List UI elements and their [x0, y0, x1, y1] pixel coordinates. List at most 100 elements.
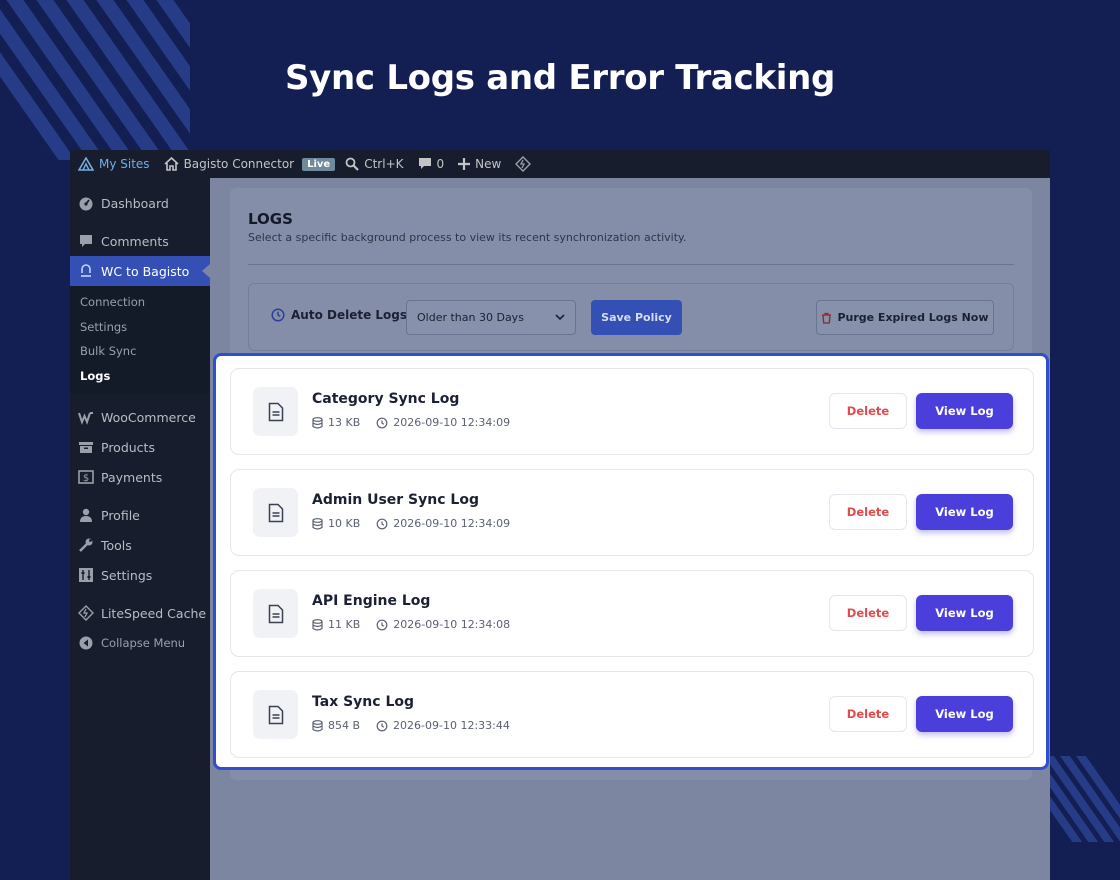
- page-subtitle: Select a specific background process to …: [248, 231, 687, 244]
- sidebar-item-woocommerce[interactable]: WooCommerce: [70, 402, 210, 432]
- sidebar-item-label: Profile: [101, 507, 140, 523]
- log-size-text: 11 KB: [328, 618, 361, 631]
- log-meta: 11 KB 2026-09-10 12:34:08: [312, 618, 510, 631]
- log-timestamp: 2026-09-10 12:34:09: [376, 416, 510, 429]
- submenu-item-settings[interactable]: Settings: [70, 315, 210, 340]
- auto-delete-select[interactable]: Older than 30 Days: [406, 300, 576, 335]
- log-meta: 10 KB 2026-09-10 12:34:09: [312, 517, 510, 530]
- purge-label: Purge Expired Logs Now: [837, 311, 989, 324]
- plugin-icon: [81, 264, 91, 277]
- sidebar-item-tools[interactable]: Tools: [70, 530, 210, 560]
- submenu-item-bulk-sync[interactable]: Bulk Sync: [70, 339, 210, 364]
- sidebar-item-label: WooCommerce: [101, 409, 196, 425]
- wrench-icon: [79, 538, 93, 552]
- comments-count: 0: [436, 157, 445, 171]
- collapse-menu-label: Collapse Menu: [101, 636, 186, 650]
- divider: [248, 264, 1014, 265]
- comment-icon: [80, 235, 92, 247]
- woocommerce-icon: [78, 412, 93, 425]
- chevron-down-icon: [555, 314, 565, 321]
- decorative-stripes-bottom-right: [1048, 756, 1120, 842]
- auto-delete-label: Auto Delete Logs:: [271, 308, 412, 322]
- svg-text:$: $: [83, 473, 89, 484]
- sites-icon: [78, 157, 94, 171]
- delete-log-button[interactable]: Delete: [829, 595, 907, 631]
- view-log-button[interactable]: View Log: [916, 393, 1013, 429]
- log-timestamp: 2026-09-10 12:34:09: [376, 517, 510, 530]
- sidebar-item-payments[interactable]: $ Payments: [70, 462, 210, 492]
- view-log-button[interactable]: View Log: [916, 696, 1013, 732]
- collapse-menu-button[interactable]: Collapse Menu: [70, 628, 210, 658]
- log-time-text: 2026-09-10 12:34:09: [393, 416, 511, 429]
- auto-delete-policy-box: Auto Delete Logs: Older than 30 Days Sav…: [248, 283, 1014, 351]
- trash-icon: [822, 312, 832, 324]
- sidebar-item-wc-to-bagisto[interactable]: WC to Bagisto: [70, 256, 210, 286]
- view-log-button[interactable]: View Log: [916, 595, 1013, 631]
- auto-delete-select-value: Older than 30 Days: [417, 311, 524, 324]
- comments-link[interactable]: 0: [418, 157, 445, 171]
- submenu-item-connection[interactable]: Connection: [70, 290, 210, 315]
- admin-sidebar: Dashboard Comments WC to Bagisto Connect…: [70, 178, 210, 880]
- log-time-text: 2026-09-10 12:33:44: [393, 719, 510, 732]
- payments-icon: $: [78, 470, 94, 484]
- purge-expired-logs-button[interactable]: Purge Expired Logs Now: [816, 300, 994, 335]
- clock-icon: [376, 518, 388, 529]
- home-icon: [164, 157, 179, 171]
- file-icon: [268, 402, 283, 421]
- litespeed-adminbar-link[interactable]: [515, 156, 536, 172]
- delete-log-button[interactable]: Delete: [829, 393, 907, 429]
- log-time-text: 2026-09-10 12:34:09: [393, 517, 511, 530]
- sidebar-item-dashboard[interactable]: Dashboard: [70, 188, 210, 218]
- site-home-link[interactable]: Bagisto Connector: [164, 157, 294, 171]
- sidebar-item-settings[interactable]: Settings: [70, 560, 210, 590]
- wc-to-bagisto-submenu: Connection Settings Bulk Sync Logs: [70, 286, 210, 394]
- search-icon: [345, 157, 359, 171]
- delete-log-button[interactable]: Delete: [829, 696, 907, 732]
- log-size: 854 B: [312, 719, 360, 732]
- database-icon: [312, 416, 323, 429]
- settings-icon: [79, 568, 93, 582]
- log-card-admin-user-sync: Admin User Sync Log 10 KB 2026-09-10 12:…: [230, 469, 1034, 556]
- sidebar-item-label: Comments: [101, 233, 169, 249]
- log-timestamp: 2026-09-10 12:33:44: [376, 719, 510, 732]
- submenu-item-logs[interactable]: Logs: [70, 364, 210, 389]
- sidebar-item-profile[interactable]: Profile: [70, 500, 210, 530]
- sidebar-item-products[interactable]: Products: [70, 432, 210, 462]
- plus-icon: [458, 158, 471, 170]
- clock-icon: [376, 619, 388, 630]
- log-size: 13 KB: [312, 416, 360, 429]
- database-icon: [312, 517, 323, 530]
- log-card-category-sync: Category Sync Log 13 KB 2026-09-10 12:34…: [230, 368, 1034, 455]
- comment-icon: [418, 158, 431, 169]
- page-title: LOGS: [248, 210, 293, 228]
- command-search[interactable]: Ctrl+K: [345, 157, 404, 171]
- new-content-link[interactable]: New: [458, 157, 501, 171]
- my-sites-label: My Sites: [99, 157, 150, 171]
- sidebar-item-label: Products: [101, 439, 155, 455]
- log-meta: 13 KB 2026-09-10 12:34:09: [312, 416, 510, 429]
- sidebar-item-litespeed-cache[interactable]: LiteSpeed Cache: [70, 598, 210, 628]
- log-size-text: 10 KB: [328, 517, 361, 530]
- log-card-api-engine: API Engine Log 11 KB 2026-09-10 12:34:08…: [230, 570, 1034, 657]
- delete-log-button[interactable]: Delete: [829, 494, 907, 530]
- my-sites-link[interactable]: My Sites: [78, 157, 150, 171]
- save-policy-button[interactable]: Save Policy: [591, 300, 682, 335]
- live-badge: Live: [302, 157, 336, 171]
- sidebar-item-comments[interactable]: Comments: [70, 226, 210, 256]
- user-icon: [80, 508, 92, 522]
- clock-icon: [376, 417, 388, 428]
- log-list-highlight: Category Sync Log 13 KB 2026-09-10 12:34…: [213, 353, 1049, 770]
- collapse-icon: [79, 636, 93, 650]
- file-icon-box: [253, 690, 298, 739]
- sidebar-item-label: Settings: [101, 567, 153, 583]
- clock-icon: [376, 720, 388, 731]
- database-icon: [312, 719, 323, 732]
- sidebar-item-label: WC to Bagisto: [101, 263, 190, 279]
- sidebar-item-label: Payments: [101, 469, 163, 485]
- admin-bar: My Sites Bagisto Connector Live Ctrl+K 0…: [70, 150, 1050, 178]
- litespeed-icon: [515, 156, 532, 172]
- search-shortcut: Ctrl+K: [364, 157, 404, 171]
- log-timestamp: 2026-09-10 12:34:08: [376, 618, 510, 631]
- view-log-button[interactable]: View Log: [916, 494, 1013, 530]
- log-name: Admin User Sync Log: [312, 492, 479, 508]
